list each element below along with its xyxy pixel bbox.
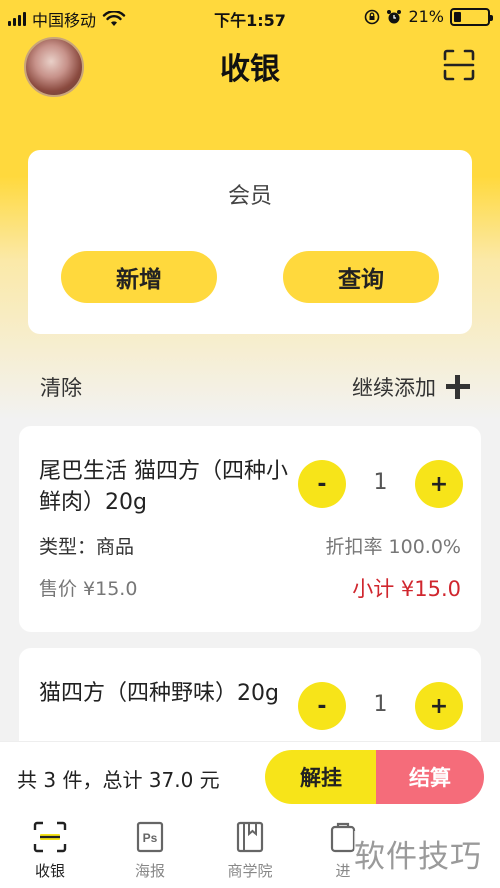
battery-icon [450, 7, 493, 26]
product-subtotal: 小计 ¥15.0 [352, 577, 461, 601]
tab-academy[interactable]: 商学院 [210, 821, 290, 881]
quantity-stepper: - 1 + [298, 460, 463, 508]
product-price: 售价 ¥15.0 [39, 578, 138, 600]
battery-level [454, 11, 461, 22]
poster-ps-icon: Ps [136, 821, 164, 853]
member-card: 会员 新增 查询 [28, 150, 472, 334]
order-total: 共 3 件，总计 37.0 元 [17, 768, 220, 792]
product-type: 类型：商品 [39, 536, 135, 558]
plus-icon [446, 375, 470, 399]
clear-button[interactable]: 清除 [40, 372, 82, 402]
battery-percent: 21% [408, 7, 444, 26]
continue-add-label: 继续添加 [352, 376, 436, 400]
tab-label: 商学院 [227, 862, 273, 880]
add-member-button[interactable]: 新增 [61, 251, 217, 303]
increase-button[interactable]: + [415, 682, 463, 730]
scan-icon[interactable] [443, 49, 475, 81]
product-name: 尾巴生活 猫四方（四种小鲜肉）20g [39, 459, 288, 515]
svg-text:Ps: Ps [143, 831, 158, 845]
product-card: 尾巴生活 猫四方（四种小鲜肉）20g - 1 + 类型：商品 折扣率 100.0… [19, 426, 481, 632]
tab-label: 收银 [34, 862, 65, 880]
product-name: 猫四方（四种野味）20g [39, 681, 279, 706]
watermark: 软件技巧 [354, 831, 482, 876]
tab-label: 海报 [134, 862, 165, 880]
rotation-lock-icon [365, 9, 380, 24]
quantity-value: 1 [373, 470, 388, 495]
page-title: 收银 [220, 52, 280, 87]
checkout-button[interactable]: 结算 [376, 750, 484, 804]
decrease-button[interactable]: - [298, 460, 346, 508]
quantity-value: 1 [373, 692, 388, 717]
suspend-order-button[interactable]: 解挂 [265, 750, 377, 804]
increase-button[interactable]: + [415, 460, 463, 508]
query-member-button[interactable]: 查询 [283, 251, 439, 303]
tab-poster[interactable]: Ps 海报 [110, 821, 190, 881]
member-title: 会员 [227, 184, 272, 209]
quantity-stepper: - 1 + [298, 682, 463, 730]
status-right: 21% [364, 7, 493, 26]
product-discount: 折扣率 100.0% [325, 536, 462, 558]
continue-add-button[interactable]: 继续添加 [352, 372, 470, 402]
decrease-button[interactable]: - [298, 682, 346, 730]
cashier-icon [33, 821, 67, 853]
alarm-icon [387, 9, 402, 23]
tab-cashier[interactable]: 收银 [10, 821, 90, 881]
checkout-bar: 共 3 件，总计 37.0 元 解挂 结算 [0, 741, 500, 811]
book-icon [236, 821, 264, 853]
status-bar: 中国移动 下午1:57 21% [0, 0, 500, 34]
